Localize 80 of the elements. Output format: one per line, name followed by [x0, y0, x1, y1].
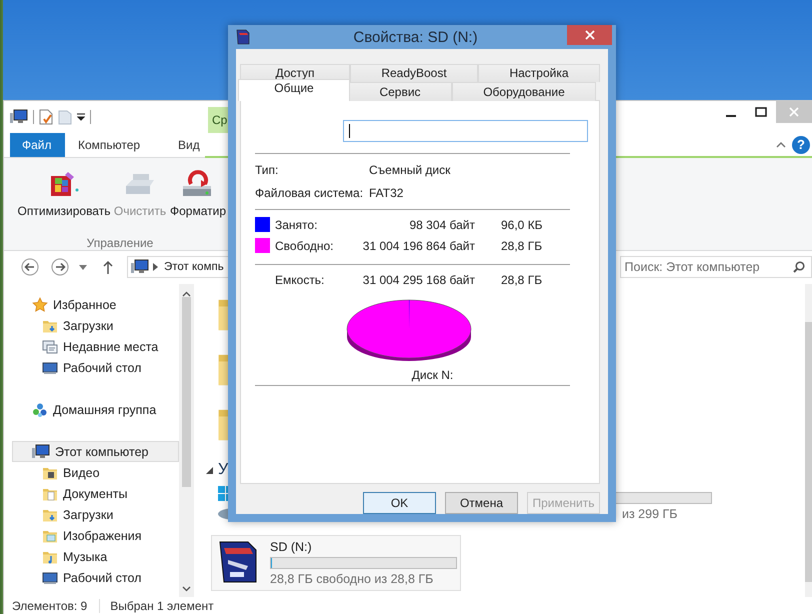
byte-count: 98 304 байт — [408, 218, 475, 232]
nav-item[interactable]: Музыка — [12, 546, 179, 567]
ribbon-group-label: Управление — [86, 236, 154, 250]
dialog-tab[interactable]: Настройка — [478, 64, 600, 82]
homegroup-icon — [32, 402, 48, 418]
dialog-title: Свойства: SD (N:) — [352, 28, 479, 46]
status-text: Элементов: 9 — [12, 598, 88, 612]
up-arrow-icon[interactable] — [103, 260, 113, 274]
dialog-button[interactable]: Отмена — [445, 492, 518, 514]
star-icon — [32, 296, 48, 312]
contextual-tab[interactable]: Ср — [208, 107, 228, 133]
ribbon-button[interactable]: Оптимизировать — [17, 166, 111, 224]
ribbon-tab[interactable]: Компьютер — [65, 133, 165, 157]
close-icon — [584, 30, 594, 40]
dialog-tab[interactable]: Сервис — [348, 82, 452, 101]
usage-label: Свободно: — [275, 238, 334, 252]
scroll-up-icon[interactable] — [182, 290, 191, 299]
close-icon — [789, 107, 799, 117]
close-button[interactable] — [567, 25, 612, 45]
property-label: Тип: — [255, 163, 280, 177]
desktop-icon — [42, 570, 58, 586]
drive-free-space: из 299 ГБ — [622, 506, 678, 520]
folder-icon — [58, 109, 72, 125]
ribbon-tab[interactable]: Вид — [165, 133, 213, 157]
scrollbar[interactable] — [179, 284, 194, 597]
collapse-triangle-icon[interactable] — [206, 466, 213, 474]
nav-item[interactable]: Рабочий стол — [12, 567, 179, 588]
dialog-tab[interactable]: Общие — [238, 79, 350, 101]
section-header[interactable]: У — [218, 461, 228, 479]
nav-item[interactable]: Избранное — [12, 294, 179, 315]
scroll-down-icon[interactable] — [182, 584, 191, 593]
nav-item[interactable]: Загрузки — [12, 315, 179, 336]
nav-item[interactable]: Этот компьютер — [12, 441, 179, 462]
help-button[interactable]: ? — [792, 136, 810, 154]
usage-label: Занято: — [275, 218, 318, 232]
status-text: Выбран 1 элемент — [99, 598, 214, 612]
dialog-button[interactable]: OK — [363, 492, 436, 514]
dialog-tab[interactable]: ReadyBoost — [350, 64, 478, 82]
property-label: Файловая система: — [255, 186, 364, 200]
size-value: 28,8 ГБ — [500, 273, 544, 287]
recent-places-icon — [42, 338, 58, 354]
sd-card-icon — [236, 29, 250, 45]
ribbon-button[interactable]: Форматир — [169, 166, 227, 224]
property-value: FAT32 — [369, 186, 404, 200]
computer-icon — [32, 444, 50, 460]
computer-icon — [131, 259, 149, 275]
dropdown-caret-icon — [77, 113, 85, 121]
property-value: Съемный диск — [369, 163, 452, 177]
back-button[interactable] — [21, 258, 39, 276]
document-check-icon — [39, 109, 53, 125]
nav-item[interactable]: Недавние места — [12, 336, 179, 357]
nav-item[interactable]: Видео — [12, 462, 179, 483]
computer-icon — [10, 109, 28, 125]
maximize-icon — [755, 107, 767, 117]
forward-button[interactable] — [51, 258, 69, 276]
byte-count: 31 004 196 864 байт — [362, 238, 475, 252]
nav-item[interactable]: Документы — [12, 483, 179, 504]
drive-tile[interactable]: SD (N:) 28,8 ГБ свободно из 28,8 ГБ — [211, 535, 461, 591]
size-value: 96,0 КБ — [500, 218, 544, 232]
nav-item[interactable]: Рабочий стол — [12, 357, 179, 378]
minimize-icon — [726, 115, 736, 117]
byte-count: 31 004 295 168 байт — [362, 273, 475, 287]
desktop-icon — [42, 360, 58, 376]
history-caret-icon[interactable] — [79, 264, 87, 270]
chevron-icon — [153, 263, 158, 271]
nav-item[interactable]: Загрузки — [12, 504, 179, 525]
dialog-tab[interactable]: Оборудование — [452, 82, 596, 101]
disk-label: Диск N: — [412, 368, 454, 382]
usage-label: Емкость: — [275, 273, 326, 287]
search-icon — [793, 261, 805, 273]
nav-item[interactable]: Домашняя группа — [12, 399, 179, 420]
collapse-caret-icon[interactable] — [776, 142, 786, 148]
name-input-field[interactable] — [343, 120, 588, 142]
drive-name: SD (N:) — [270, 540, 313, 554]
ribbon-tab[interactable]: Файл — [10, 133, 65, 157]
search-field[interactable]: Поиск: Этот компьютер — [620, 256, 812, 278]
size-value: 28,8 ГБ — [500, 238, 544, 252]
nav-item[interactable]: Изображения — [12, 525, 179, 546]
drive-free-space: 28,8 ГБ свободно из 28,8 ГБ — [270, 572, 434, 586]
scrollbar[interactable] — [805, 284, 812, 597]
